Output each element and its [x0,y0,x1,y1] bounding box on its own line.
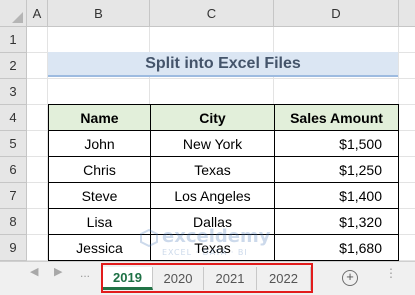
add-sheet-button[interactable]: + [342,270,358,286]
scroll-tabs-left-icon[interactable]: ◀ [30,265,38,278]
table-cell-name[interactable]: Jessica [48,234,151,261]
table-cell-city[interactable]: Texas [150,156,275,183]
row-header-5[interactable]: 5 [0,131,27,157]
row-header-2[interactable]: 2 [0,53,27,79]
select-all-corner[interactable] [0,0,27,27]
column-header-c[interactable]: C [150,0,274,27]
row-header-3[interactable]: 3 [0,79,27,105]
table-cell-name[interactable]: Steve [48,182,151,209]
table-cell-sales[interactable]: $1,250 [274,156,399,183]
exceldemy-watermark: exceldemy EXCEL · DATA · BI [140,226,310,264]
tab-splitter-handle[interactable]: ⋮ [385,266,397,280]
more-sheets-left-button[interactable]: ... [80,266,90,280]
column-header-a[interactable]: A [27,0,48,27]
table-cell-sales[interactable]: $1,500 [274,130,399,157]
row-header-8[interactable]: 8 [0,209,27,235]
gridline [27,78,415,79]
table-cell-name[interactable]: John [48,130,151,157]
watermark-name: exceldemy [162,226,271,247]
table-cell-city[interactable]: Los Angeles [150,182,275,209]
table-header-city[interactable]: City [150,104,275,131]
column-header-b[interactable]: B [48,0,150,27]
table-cell-name[interactable]: Lisa [48,208,151,235]
table-cell-sales[interactable]: $1,400 [274,182,399,209]
row-header-7[interactable]: 7 [0,183,27,209]
column-header-e[interactable] [399,0,415,27]
scroll-tabs-right-icon[interactable]: ▶ [54,265,62,278]
table-header-name[interactable]: Name [48,104,151,131]
row-header-9[interactable]: 9 [0,235,27,261]
excel-window: A B C D 1 2 3 4 5 6 7 8 9 Split into Exc… [0,0,415,295]
table-cell-name[interactable]: Chris [48,156,151,183]
watermark-sub: EXCEL · DATA · BI [162,248,248,257]
row-header-1[interactable]: 1 [0,27,27,53]
row-header-6[interactable]: 6 [0,157,27,183]
exceldemy-logo-icon [140,229,158,247]
table-header-sales-amount[interactable]: Sales Amount [274,104,399,131]
sheet-title[interactable]: Split into Excel Files [48,52,398,77]
column-header-d[interactable]: D [274,0,399,27]
tabs-highlight-box [101,263,313,293]
table-cell-city[interactable]: New York [150,130,275,157]
row-header-4[interactable]: 4 [0,105,27,131]
